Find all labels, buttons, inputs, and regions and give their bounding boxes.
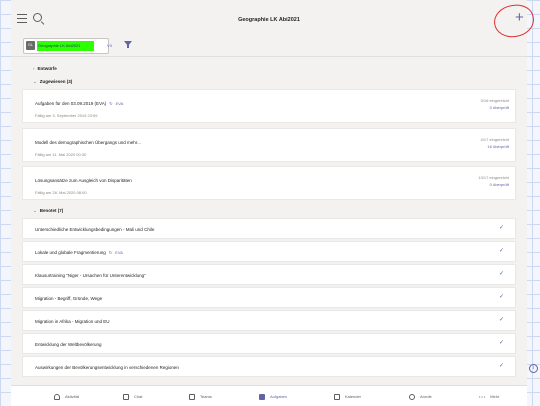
chevron-right-icon: › xyxy=(33,66,35,71)
more-icon: ••• xyxy=(479,394,487,399)
assignment-name: Migration in Afrika - Migration und EU xyxy=(35,319,110,324)
due-date: Fällig am 11. Mai 2020 00:30 xyxy=(35,152,87,157)
chevron-down-icon: ⌄ xyxy=(33,208,37,213)
page-title: Geographie LK Abi2021 xyxy=(238,17,300,23)
app-header: Geographie LK Abi2021 + xyxy=(11,0,527,34)
checkmark-icon: ✓ xyxy=(498,363,504,369)
info-icon[interactable]: i xyxy=(529,364,538,373)
teams-icon xyxy=(189,394,195,400)
nav-item-chat[interactable]: Chat xyxy=(123,394,142,400)
nav-label: Teams xyxy=(200,394,212,400)
graded-card[interactable]: Entwicklung der Weltbevölkerung ✓ xyxy=(22,333,516,354)
assignment-name: Lösungsansätze zum Ausgleich von Dispari… xyxy=(35,178,132,183)
checkmark-icon: ✓ xyxy=(498,317,504,323)
due-date: Fällig am 28. Mai 2020 08:00 xyxy=(35,190,87,195)
submitted-count: 4/17 eingereicht xyxy=(480,137,509,142)
chevron-down-icon: ⌄ xyxy=(33,79,37,84)
assignment-card[interactable]: Aufgaben für den 03.09.2019 (EVA) ↻ EVA Fä… xyxy=(22,89,516,123)
checkmark-icon: ✓ xyxy=(498,294,504,300)
checkmark-icon: ✓ xyxy=(498,225,504,231)
section-drafts[interactable]: › Entwürfe xyxy=(33,66,57,71)
section-graded[interactable]: ⌄ Benotet (7) xyxy=(33,208,63,214)
checkmark-icon: ✓ xyxy=(498,248,504,254)
assignment-name: Klausurtraining "Niger - Ursachen für Un… xyxy=(35,273,146,278)
assignment-name: Lokale und globale Fragmentierung ↻ EVA xyxy=(35,250,123,255)
graded-card[interactable]: Unterschiedliche Entwicklungsbedingungen… xyxy=(22,218,516,239)
due-date: Fällig am 3. September 2019 23:59 xyxy=(35,113,98,118)
reviewed-count[interactable]: 0 überprüft xyxy=(490,182,509,187)
filter-bar: GL Geographie LK Abi2021 VII xyxy=(11,34,527,57)
nav-label: Mehr xyxy=(490,394,500,399)
assignments-icon xyxy=(259,394,265,400)
eva-tag: EVA xyxy=(115,250,123,255)
assignment-name-text: Lokale und globale Fragmentierung xyxy=(35,250,106,255)
teams-app: Geographie LK Abi2021 + GL Geographie LK… xyxy=(11,0,527,406)
assignment-name: Unterschiedliche Entwicklungsbedingungen… xyxy=(35,227,155,232)
checkmark-icon: ✓ xyxy=(498,340,504,346)
funnel-icon-stem xyxy=(127,45,129,48)
checkmark-icon: ✓ xyxy=(498,271,504,277)
refresh-icon: ↻ xyxy=(109,101,113,106)
submitted-count: 13/17 eingereicht xyxy=(478,175,509,180)
section-assigned[interactable]: ⌄ Zugewiesen (3) xyxy=(33,79,72,85)
graded-card[interactable]: Auswirkungen der Bevölkerungsentwicklung… xyxy=(22,356,516,377)
nav-item-more[interactable]: ••• Mehr xyxy=(479,394,499,399)
nav-label: Kalender xyxy=(345,394,362,400)
graded-card[interactable]: Migration in Afrika - Migration und EU ✓ xyxy=(22,310,516,331)
nav-label: Aufgaben xyxy=(270,394,288,400)
class-avatar: GL xyxy=(26,41,35,50)
class-filter-chip[interactable]: GL Geographie LK Abi2021 xyxy=(23,38,109,54)
assignment-card[interactable]: Lösungsansätze zum Ausgleich von Dispari… xyxy=(22,166,516,200)
section-graded-label: Benotet (7) xyxy=(39,208,64,213)
nav-item-calls[interactable]: Anrufe xyxy=(409,394,432,400)
nav-item-assignments[interactable]: Aufgaben xyxy=(259,394,287,400)
refresh-icon: ↻ xyxy=(108,250,113,255)
reviewed-count[interactable]: 0 überprüft xyxy=(490,105,509,110)
phone-icon xyxy=(409,394,415,400)
graded-card[interactable]: Migration - Begriff, Gründe, Wege ✓ xyxy=(22,287,516,308)
nav-item-activity[interactable]: Aktivität xyxy=(54,394,79,400)
bottom-nav: Aktivität Chat Teams Aufgaben Kalender A… xyxy=(11,385,527,406)
assignment-name-text: Aufgaben für den 03.09.2019 (EVA) xyxy=(35,101,107,106)
chat-icon xyxy=(123,394,129,400)
graded-card[interactable]: Klausurtraining "Niger - Ursachen für Un… xyxy=(22,264,516,285)
class-filter-label: Geographie LK Abi2021 xyxy=(37,41,94,51)
nav-label: Aktivität xyxy=(65,394,80,400)
assignment-name: Entwicklung der Weltbevölkerung xyxy=(35,342,102,347)
nav-item-teams[interactable]: Teams xyxy=(189,394,212,400)
assignment-name: Auswirkungen der Bevölkerungsentwicklung… xyxy=(35,365,179,370)
calendar-icon xyxy=(334,394,340,400)
section-drafts-label: Entwürfe xyxy=(37,66,57,71)
section-assigned-label: Zugewiesen (3) xyxy=(39,79,73,84)
class-short-label[interactable]: VII xyxy=(107,43,112,48)
assignment-name: Migration - Begriff, Gründe, Wege xyxy=(35,296,103,301)
nav-item-calendar[interactable]: Kalender xyxy=(334,394,361,400)
graded-card[interactable]: Lokale und globale Fragmentierung ↻ EVA ✓ xyxy=(22,241,516,262)
reviewed-count[interactable]: 16 überprüft xyxy=(487,144,509,149)
nav-label: Anrufe xyxy=(420,394,432,400)
bell-icon xyxy=(54,394,60,400)
assignment-card[interactable]: Modell des demographischen Übergangs und… xyxy=(22,128,516,162)
assignment-name: Aufgaben für den 03.09.2019 (EVA) ↻ EVA xyxy=(35,101,123,106)
submitted-count: 3/16 eingereicht xyxy=(480,98,509,103)
assignment-name: Modell des demographischen Übergangs und… xyxy=(35,140,141,145)
nav-label: Chat xyxy=(134,394,143,400)
eva-tag: EVA xyxy=(115,101,124,106)
